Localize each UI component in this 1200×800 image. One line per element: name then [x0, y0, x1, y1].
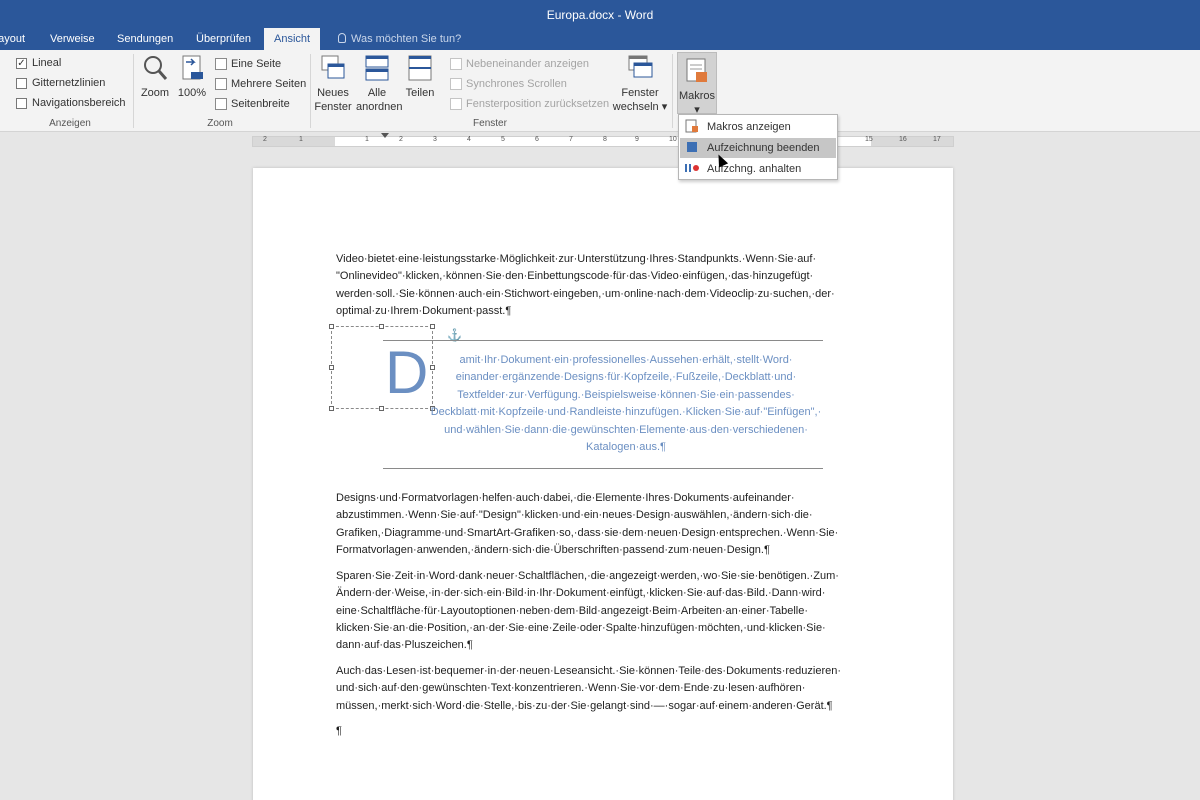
pause-recording-icon [684, 163, 700, 176]
chevron-down-icon: ▾ [658, 101, 668, 113]
zoom-button[interactable]: Zoom [138, 54, 172, 100]
lineal-checkbox[interactable]: ✓ Lineal [16, 56, 61, 70]
mehrere-seiten-button[interactable]: Mehrere Seiten [215, 76, 306, 92]
page-width-icon [215, 98, 227, 110]
paragraph-3[interactable]: Sparen·Sie·Zeit·in·Word·dank·neuer·Schal… [336, 568, 866, 654]
gitternetzlinien-checkbox[interactable]: Gitternetzlinien [16, 76, 105, 90]
tab-sendungen[interactable]: Sendungen [107, 28, 183, 50]
callout-text[interactable]: amit·Ihr·Dokument·ein·professionelles·Au… [383, 352, 823, 456]
window-title: Europa.docx - Word [546, 8, 654, 22]
fenster-wechseln-button[interactable]: Fenster wechseln ▾ [612, 54, 668, 114]
makros-button[interactable]: Makros ▾ [677, 52, 717, 116]
page-100-icon [179, 54, 205, 82]
neues-fenster-button[interactable]: Neues Fenster [314, 54, 352, 114]
paragraph-4[interactable]: Auch·das·Lesen·ist·bequemer·in·der·neuen… [336, 663, 866, 715]
tab-ueberpruefen[interactable]: Überprüfen [186, 28, 261, 50]
switch-windows-icon [627, 54, 653, 82]
checkmark-icon: ✓ [16, 57, 27, 69]
one-page-icon [215, 58, 227, 70]
menu-item-aufzeichnung-beenden[interactable]: Aufzeichnung beenden [680, 138, 836, 158]
macros-icon [684, 119, 700, 136]
stop-recording-icon [684, 141, 700, 156]
fensterposition-button[interactable]: Fensterposition zurücksetzen [450, 96, 609, 112]
paragraph-2[interactable]: Designs·und·Formatvorlagen·helfen·auch·d… [336, 490, 866, 559]
group-divider [672, 54, 673, 128]
eine-seite-button[interactable]: Eine Seite [215, 56, 281, 72]
group-label-fenster: Fenster [473, 118, 507, 129]
synchron-scrollen-button[interactable]: Synchrones Scrollen [450, 76, 567, 92]
alle-anordnen-button[interactable]: Alle anordnen [356, 54, 403, 114]
title-bar: Europa.docx - Word [0, 0, 1200, 28]
paragraph-1[interactable]: Video·bietet·eine·leistungsstarke·Möglic… [336, 251, 866, 320]
multiple-pages-icon [215, 78, 227, 90]
side-by-side-icon [450, 58, 462, 70]
ribbon: ✓ Lineal Gitternetzlinien Navigationsbere… [0, 50, 1200, 132]
menu-item-aufzeichnung-anhalten[interactable]: Aufzchng. anhalten [680, 159, 836, 179]
seitenbreite-button[interactable]: Seitenbreite [215, 96, 290, 112]
tab-verweise[interactable]: Verweise [40, 28, 105, 50]
quote-callout[interactable]: amit·Ihr·Dokument·ein·professionelles·Au… [383, 340, 823, 470]
magnifier-icon [142, 54, 168, 82]
macros-dropdown-menu: Makros anzeigen Aufzeichnung beenden Auf… [678, 114, 838, 180]
tell-me-placeholder: Was möchten Sie tun? [351, 33, 462, 45]
horizontal-ruler[interactable]: 2 1 1 2 3 4 5 6 7 8 9 10 11 12 13 14 15 … [252, 133, 954, 147]
group-divider [310, 54, 311, 128]
macros-icon [684, 57, 710, 85]
lightbulb-icon [338, 33, 346, 43]
group-label-zoom: Zoom [207, 118, 233, 129]
ribbon-tabs: Layout Verweise Sendungen Überprüfen Ans… [0, 28, 1200, 50]
group-divider [133, 54, 134, 128]
reset-window-icon [450, 98, 462, 110]
teilen-button[interactable]: Teilen [403, 54, 437, 100]
empty-paragraph-mark[interactable]: ¶ [336, 725, 342, 737]
split-icon [407, 54, 433, 82]
menu-item-makros-anzeigen[interactable]: Makros anzeigen [680, 117, 836, 137]
navigationsbereich-checkbox[interactable]: Navigationsbereich [16, 96, 126, 110]
arrange-all-icon [364, 54, 390, 82]
nebeneinander-button[interactable]: Nebeneinander anzeigen [450, 56, 589, 72]
tell-me-box[interactable]: Was möchten Sie tun? [338, 28, 461, 50]
document-page[interactable]: Video·bietet·eine·leistungsstarke·Möglic… [253, 168, 953, 800]
group-label-anzeigen: Anzeigen [49, 118, 91, 129]
indent-marker-icon[interactable] [381, 133, 389, 138]
new-window-icon [320, 54, 346, 82]
zoom-100-button[interactable]: 100% [176, 54, 208, 100]
callout-bottom-rule [383, 468, 823, 469]
callout-top-rule [383, 340, 823, 341]
sync-scroll-icon [450, 78, 462, 90]
tab-ansicht[interactable]: Ansicht [264, 28, 321, 50]
tab-layout[interactable]: Layout [0, 28, 35, 50]
